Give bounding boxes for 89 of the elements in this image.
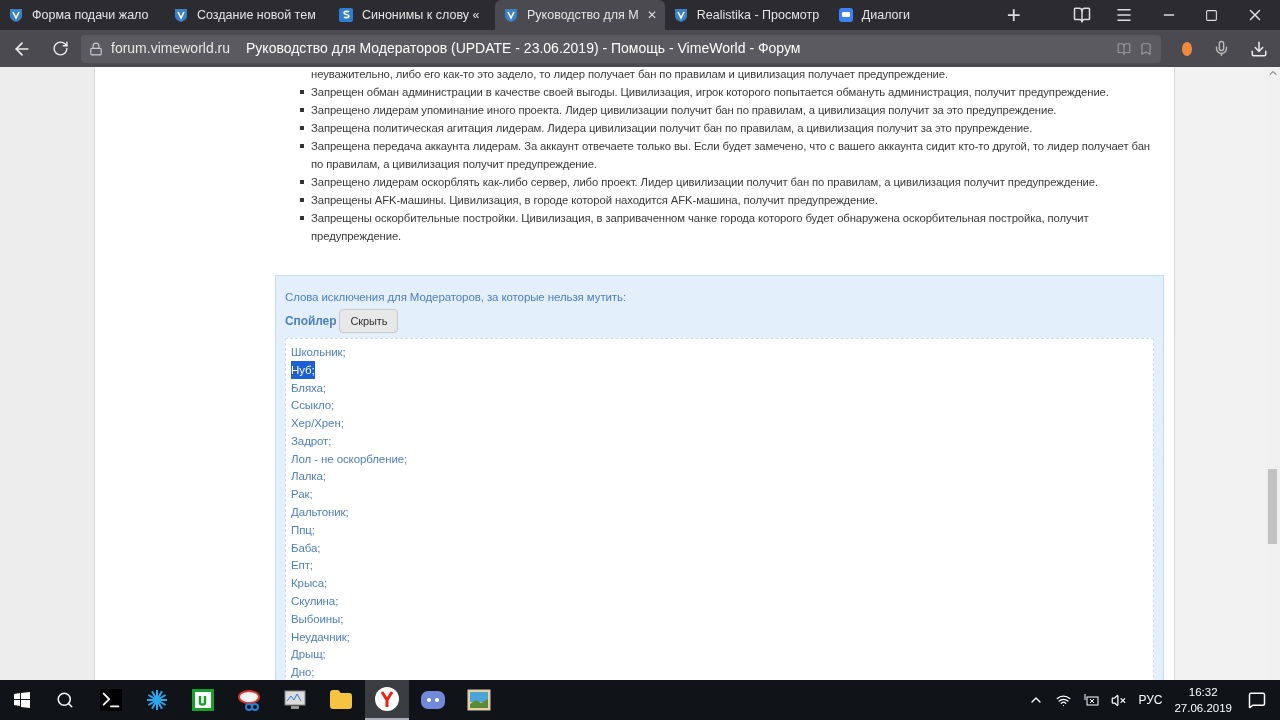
y-circle-icon xyxy=(374,686,400,712)
word-text: Ссыкло; xyxy=(291,398,335,414)
browser-tab[interactable]: Realistika - Просмотр xyxy=(664,0,830,30)
tab-title: Форма подачи жало xyxy=(32,6,150,24)
bullet-icon xyxy=(300,126,304,130)
reload-icon[interactable] xyxy=(52,40,69,57)
search-icon[interactable] xyxy=(56,691,74,709)
new-tab-button[interactable]: + xyxy=(1006,3,1021,27)
taskbar-app[interactable] xyxy=(365,680,409,720)
rule-text: Запрещена политическая агитация лидерам. Лидера цивилизации получит бан по правилам, а цивилизация получит за это прупреждение. xyxy=(311,121,1033,136)
tab-title: Руководство для М xyxy=(527,6,639,24)
tab-title: Диалоги xyxy=(861,6,912,24)
shield-icon xyxy=(503,7,519,23)
rule-text: Запрещены оскорбительные постройки. Цивилизация, в заприваченном чанке города которого будет обнаружена оскорбительная постройка, получит предупреждение. xyxy=(311,211,1090,244)
restore-icon[interactable] xyxy=(1205,8,1218,22)
browser-tab[interactable]: Синонимы к слову « xyxy=(330,0,495,30)
rule-text: неуважительно, либо его как-то это задело, то лидер получает бан по правилам и цивилизация получает предупреждение. xyxy=(311,67,950,82)
microphone-icon[interactable] xyxy=(1213,40,1230,57)
browser-tab[interactable]: Создание новой тем xyxy=(165,0,330,30)
chat-icon xyxy=(837,7,854,23)
close-tab-button[interactable]: ✕ xyxy=(646,6,657,24)
shield-icon xyxy=(173,7,189,23)
word-text: Рак; xyxy=(291,487,313,503)
word-text: Лол - не оскорбление; xyxy=(291,451,408,467)
address-domain: forum.vimeworld.ru xyxy=(111,39,231,58)
hide-button[interactable]: Скрыть xyxy=(339,309,399,333)
rule-text: Запрещено лидерам упоминание иного проекта. Лидер цивилизации получит бан по правилам, а цивилизация получит за это предупреждение. xyxy=(311,103,1057,118)
word-text: Дно; xyxy=(291,665,315,680)
scrollbar-thumb[interactable] xyxy=(1268,469,1277,544)
network-icon[interactable] xyxy=(1083,694,1100,706)
word-text: Дрыщ; xyxy=(291,647,326,663)
windows-icon[interactable] xyxy=(14,692,30,708)
scissors-icon xyxy=(237,688,261,712)
clock-time: 16:32 xyxy=(1188,685,1218,700)
rule-text: Запрещен обман администрации в качестве своей выгоды. Цивилизация, игрок которого попытается обмануть администрация, получит предупреждение. xyxy=(311,85,1109,100)
landscape-icon xyxy=(467,689,491,711)
word-text: Нуб; xyxy=(291,360,315,379)
tab-title: Realistika - Просмотр xyxy=(696,6,821,24)
word-text: Епт; xyxy=(291,558,313,574)
shield-icon xyxy=(8,7,24,23)
tab-title: Синонимы к слову « xyxy=(362,6,481,24)
download-icon[interactable] xyxy=(1250,39,1268,58)
word-text: Дальтоник; xyxy=(291,505,349,521)
browser-tab[interactable]: Форма подачи жало xyxy=(0,0,165,30)
lock-icon xyxy=(89,41,103,56)
browser-tab[interactable]: Руководство для М ✕ xyxy=(495,0,665,30)
folder-icon xyxy=(329,688,353,712)
bullet-icon xyxy=(300,108,304,112)
language-indicator[interactable]: РУС xyxy=(1138,691,1163,709)
browser-tab[interactable]: Диалоги xyxy=(829,0,995,30)
word-text: Выбоины; xyxy=(291,611,344,627)
rule-text: Запрещено лидерам оскорблять как-либо сервер, либо проект. Лидер цивилизации получит бан по правилам, а цивилизация получит предупреждение. xyxy=(311,175,1098,190)
torrent-icon xyxy=(192,689,214,711)
scrollbar[interactable] xyxy=(1265,67,1280,680)
gamepad-face-icon xyxy=(420,689,446,711)
terminal-icon xyxy=(100,689,122,711)
starburst-icon xyxy=(145,688,169,712)
word-text: Баба; xyxy=(291,540,321,556)
monitor-icon xyxy=(283,688,307,712)
word-text: Задрот; xyxy=(291,433,332,449)
spoiler-heading: Слова исключения для Модераторов, за которые нельзя мутить: xyxy=(285,290,628,305)
rule-text: Запрещены AFK-машины. Цивилизация, в городе которой находится AFK-машина, получит предупреждение. xyxy=(311,193,878,208)
page-title: Руководство для Модераторов (UPDATE - 23.06.2019) - Помощь - VimeWorld - Форум xyxy=(246,39,801,58)
menu-icon[interactable] xyxy=(1115,6,1133,24)
rule-text: Запрещена передача аккаунта лидерам. За аккаунт отвечаете только вы. Если будет замечено, что с вашего аккаунта сидит кто-то другой, то лидер получает бан по правилам, а цивилизация получит предупреждение. xyxy=(311,139,1151,172)
extension-icon[interactable] xyxy=(1181,40,1193,57)
bullet-icon xyxy=(300,90,304,94)
wifi-icon[interactable] xyxy=(1056,692,1072,708)
bullet-icon xyxy=(300,180,304,184)
bookmarks-icon[interactable] xyxy=(1073,6,1091,24)
bullet-icon xyxy=(300,198,304,202)
spoiler-label: Спойлер xyxy=(285,313,337,330)
word-text: Школьник; xyxy=(291,344,346,360)
word-text: Неудачник; xyxy=(291,629,350,645)
s-square-icon xyxy=(338,7,354,23)
muted-speaker-icon[interactable] xyxy=(1111,692,1127,708)
word-text: Хер/Хрен; xyxy=(291,416,344,432)
clock[interactable]: 16:32 27.06.2019 xyxy=(1174,684,1232,716)
word-text: Бляха; xyxy=(291,380,326,396)
bullet-icon xyxy=(300,216,304,220)
clock-date: 27.06.2019 xyxy=(1174,701,1232,716)
notifications-icon[interactable] xyxy=(1248,691,1266,709)
bullet-icon xyxy=(300,144,304,148)
word-text: Крыса; xyxy=(291,576,328,592)
tab-title: Создание новой тем xyxy=(197,6,317,24)
word-text: Ппц; xyxy=(291,522,315,538)
shield-icon xyxy=(672,7,689,23)
word-text: Лалка; xyxy=(291,469,326,485)
word-text: Скулина; xyxy=(291,594,339,610)
